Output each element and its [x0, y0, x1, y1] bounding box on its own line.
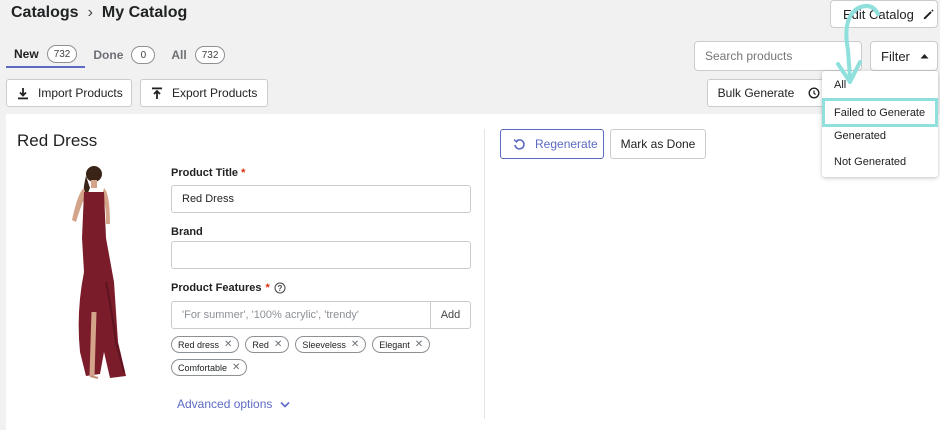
remove-tag-icon[interactable]: ✕ — [274, 339, 282, 350]
tab-new[interactable]: New 732 — [6, 42, 86, 68]
product-image — [72, 166, 126, 379]
feature-tag: Comfortable ✕ — [171, 359, 248, 376]
search-input[interactable] — [705, 49, 845, 63]
mark-as-done-button[interactable]: Mark as Done — [610, 129, 706, 159]
remove-tag-icon[interactable]: ✕ — [232, 362, 240, 373]
chevron-down-icon — [280, 401, 290, 408]
page-title: My Catalog — [101, 4, 188, 21]
product-card: Red Dress Product Title * Brand Product … — [6, 114, 940, 430]
regenerate-button[interactable]: Regenerate — [500, 129, 604, 159]
breadcrumb-separator: › — [87, 4, 93, 21]
product-features-field — [171, 301, 431, 329]
filter-dropdown: All Failed to Generate Generated Not Gen… — [822, 71, 938, 177]
svg-text:?: ? — [277, 284, 282, 293]
add-feature-button[interactable]: Add — [430, 301, 471, 329]
tab-new-count: 732 — [46, 45, 78, 63]
product-title-input[interactable] — [182, 193, 470, 205]
tab-done-count: 0 — [131, 46, 156, 64]
edit-catalog-button[interactable]: Edit Catalog — [830, 0, 938, 28]
filter-label: Filter — [881, 48, 910, 64]
feature-tag-label: Comfortable — [178, 362, 228, 373]
feature-tag-label: Sleeveless — [302, 339, 346, 350]
remove-tag-icon[interactable]: ✕ — [415, 339, 423, 350]
tab-done-label: Done — [93, 48, 124, 62]
product-title-label: Product Title * — [171, 167, 245, 179]
feature-tag: Elegant ✕ — [372, 336, 431, 353]
clock-icon — [807, 87, 820, 99]
brand-label: Brand — [171, 226, 203, 238]
filter-option-not-generated[interactable]: Not Generated — [822, 150, 938, 174]
filter-option-generated[interactable]: Generated — [822, 124, 938, 148]
column-divider — [484, 129, 485, 419]
import-products-button[interactable]: Import Products — [6, 79, 132, 107]
caret-up-icon — [920, 54, 929, 59]
feature-tag-label: Red — [252, 339, 269, 350]
edit-catalog-label: Edit Catalog — [843, 6, 914, 22]
upload-icon — [152, 87, 162, 99]
product-features-input[interactable] — [182, 309, 430, 321]
product-features-label-text: Product Features — [171, 282, 262, 294]
product-title-field — [171, 185, 471, 213]
feature-tag: Sleeveless ✕ — [295, 336, 367, 353]
regenerate-label: Regenerate — [535, 137, 598, 151]
tab-done[interactable]: Done 0 — [85, 42, 163, 68]
brand-input[interactable] — [182, 249, 470, 261]
product-features-label: Product Features * ? — [171, 282, 286, 294]
tab-all-count: 732 — [194, 46, 226, 64]
product-title-label-text: Product Title — [171, 167, 239, 179]
pencil-icon — [923, 8, 934, 19]
advanced-options-toggle[interactable]: Advanced options — [177, 397, 290, 411]
import-label: Import Products — [38, 86, 123, 100]
feature-tag-label: Elegant — [379, 339, 410, 350]
help-icon[interactable]: ? — [274, 282, 286, 294]
feature-tag: Red dress ✕ — [171, 336, 240, 353]
tab-all-label: All — [171, 48, 187, 62]
brand-field — [171, 241, 471, 269]
export-label: Export Products — [172, 86, 258, 100]
filter-option-failed-to-generate[interactable]: Failed to Generate — [822, 98, 938, 127]
advanced-options-label: Advanced options — [177, 397, 273, 411]
export-products-button[interactable]: Export Products — [140, 79, 268, 107]
status-tabs: New 732 Done 0 All 732 — [6, 42, 233, 68]
product-name-heading: Red Dress — [17, 131, 98, 150]
bulk-generate-button[interactable]: Bulk Generate — [707, 79, 805, 107]
refresh-icon — [513, 138, 525, 150]
bulk-options-button[interactable] — [804, 79, 824, 107]
feature-tag-label: Red dress — [178, 339, 220, 350]
filter-option-all[interactable]: All — [822, 73, 938, 97]
required-marker: * — [265, 282, 270, 294]
filter-button[interactable]: Filter — [870, 41, 938, 71]
breadcrumb: Catalogs › My Catalog — [11, 4, 187, 22]
top-bar: Catalogs › My Catalog Edit Catalog — [0, 0, 940, 34]
download-icon — [18, 87, 28, 99]
remove-tag-icon[interactable]: ✕ — [224, 339, 232, 350]
breadcrumb-catalogs-link[interactable]: Catalogs — [11, 4, 79, 22]
remove-tag-icon[interactable]: ✕ — [351, 339, 359, 350]
tab-all[interactable]: All 732 — [163, 42, 233, 68]
tab-new-label: New — [14, 47, 39, 61]
search-box — [694, 41, 862, 71]
feature-tag: Red ✕ — [245, 336, 290, 353]
required-marker: * — [241, 167, 246, 179]
feature-tags: Red dress ✕ Red ✕ Sleeveless ✕ Elegant ✕ Com… — [171, 336, 471, 376]
